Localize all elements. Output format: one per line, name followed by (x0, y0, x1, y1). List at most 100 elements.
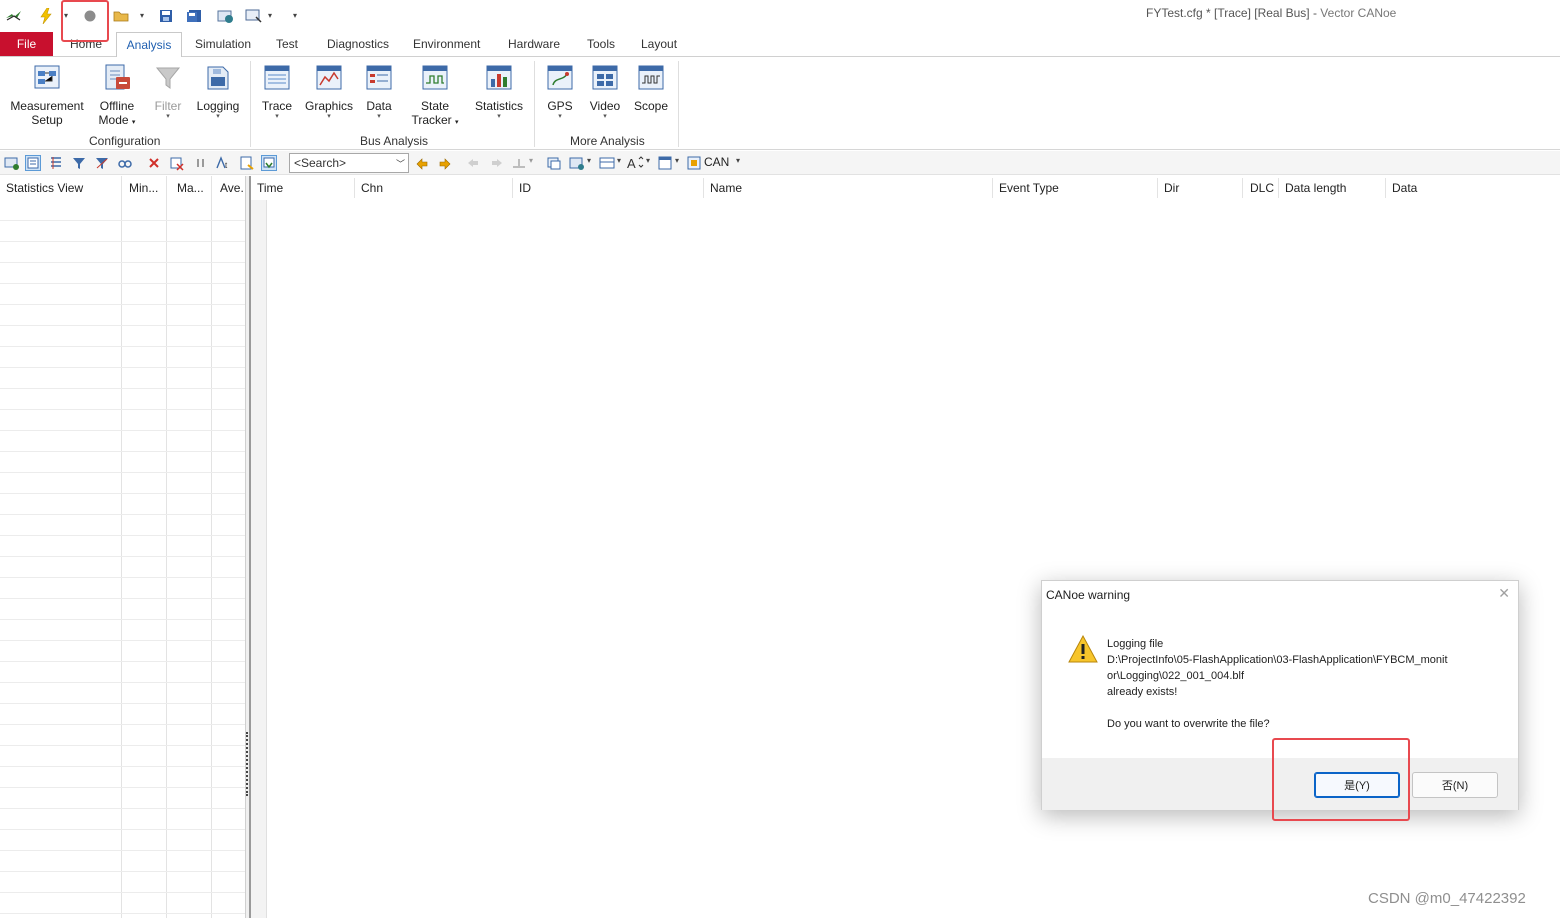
column-header-time[interactable]: Time (257, 181, 283, 195)
chevron-down-icon[interactable]: ▾ (675, 156, 679, 165)
trace-button[interactable]: Trace ▾ (258, 63, 296, 121)
statistics-icon (484, 63, 514, 93)
back-arrow-icon (465, 155, 481, 171)
filter-icon[interactable] (71, 155, 87, 171)
no-button[interactable]: 否(N) (1412, 772, 1498, 798)
video-button[interactable]: Video ▾ (586, 63, 624, 121)
tab-environment[interactable]: Environment (413, 37, 480, 51)
trace-toolbar: t <Search> ﹀ ▾ ▾ ▾ A ▾ ▾ CAN ▾ (0, 151, 1560, 175)
column-divider (512, 178, 513, 198)
save-icon[interactable] (157, 7, 175, 25)
column-header-dlc[interactable]: DLC (1250, 181, 1274, 195)
grid-row-line (0, 661, 245, 662)
column-header-max[interactable]: Ma... (177, 181, 204, 195)
window-icon[interactable] (657, 155, 673, 171)
columns-icon[interactable] (599, 155, 615, 171)
auto-scroll-icon[interactable] (261, 155, 277, 171)
column-divider (166, 176, 167, 918)
quick-access-toolbar: ▾ ▾ ▾ ▾ FYTest.cfg * [Trace] [Real Bus] … (0, 0, 1560, 32)
data-button[interactable]: Data ▾ (362, 63, 396, 121)
column-header-id[interactable]: ID (519, 181, 531, 195)
state-tracker-button[interactable]: State Tracker ▾ (406, 63, 464, 130)
chevron-down-icon[interactable]: ▾ (587, 156, 591, 165)
column-header-data-length[interactable]: Data length (1285, 181, 1346, 195)
grid-row-line (0, 745, 245, 746)
canoe-logo-icon (5, 7, 23, 25)
chevron-down-icon[interactable]: ▾ (268, 11, 272, 20)
chevron-down-icon: ▾ (131, 119, 136, 126)
find-icon[interactable] (117, 155, 133, 171)
find-next-icon[interactable] (437, 155, 453, 171)
column-divider (354, 178, 355, 198)
column-header-ave[interactable]: Ave. (220, 181, 244, 195)
grid-row-line (0, 325, 245, 326)
tab-simulation[interactable]: Simulation (195, 37, 251, 51)
customize-toolbar-icon[interactable]: ▾ (293, 11, 297, 20)
save-all-icon[interactable] (185, 7, 203, 25)
tab-file[interactable]: File (0, 32, 53, 56)
window-layout-icon[interactable] (245, 7, 263, 25)
measurement-setup-button[interactable]: Measurement Setup (8, 63, 86, 127)
dialog-message: Logging file D:\ProjectInfo\05-FlashAppl… (1107, 636, 1487, 732)
bus-can-icon[interactable] (686, 155, 702, 171)
column-header-event-type[interactable]: Event Type (999, 181, 1059, 195)
search-input[interactable]: <Search> ﹀ (289, 153, 409, 173)
grid-row-line (0, 514, 245, 515)
settings-icon[interactable] (4, 155, 20, 171)
bus-selector[interactable]: CAN (704, 155, 729, 169)
chevron-down-icon[interactable]: ▾ (736, 156, 740, 165)
copy-window-icon[interactable] (546, 155, 562, 171)
scope-button[interactable]: Scope (632, 63, 670, 113)
grid-row-line (0, 598, 245, 599)
dialog-message-line: Logging file (1107, 638, 1164, 650)
window-title-document: FYTest.cfg * [Trace] [Real Bus] (1146, 6, 1310, 20)
tab-layout[interactable]: Layout (641, 37, 677, 51)
font-size-icon[interactable]: A (627, 155, 644, 171)
video-icon (590, 63, 620, 93)
column-header-name[interactable]: Name (710, 181, 742, 195)
column-header-dir[interactable]: Dir (1164, 181, 1179, 195)
filter-label: Filter (154, 99, 182, 113)
column-header-data[interactable]: Data (1392, 181, 1417, 195)
column-header-chn[interactable]: Chn (361, 181, 383, 195)
chevron-down-icon: ▾ (455, 119, 459, 126)
splitter-grip[interactable] (246, 732, 249, 796)
layout-icon[interactable] (569, 155, 585, 171)
tab-hardware[interactable]: Hardware (508, 37, 560, 51)
grid-row-line (0, 577, 245, 578)
group-bus-analysis-label: Bus Analysis (360, 134, 429, 148)
window-title: FYTest.cfg * [Trace] [Real Bus] - Vector… (1146, 6, 1396, 20)
configuration-icon[interactable] (217, 7, 235, 25)
graphics-button[interactable]: Graphics ▾ (304, 63, 354, 121)
column-header-statistics-view[interactable]: Statistics View (6, 181, 83, 195)
close-icon[interactable]: ✕ (1498, 585, 1510, 602)
tab-diagnostics[interactable]: Diagnostics (327, 37, 389, 51)
chronological-view-icon[interactable] (48, 155, 64, 171)
delete-icon[interactable] (146, 155, 162, 171)
time-mode-icon[interactable]: t (215, 155, 231, 171)
chevron-down-icon[interactable]: ▾ (617, 156, 621, 165)
column-header-min[interactable]: Min... (129, 181, 158, 195)
chevron-down-icon[interactable]: ﹀ (396, 157, 405, 170)
tab-test[interactable]: Test (276, 37, 298, 51)
clear-icon[interactable] (169, 155, 185, 171)
chevron-down-icon[interactable]: ▾ (646, 156, 650, 165)
chevron-down-icon[interactable]: ▾ (140, 11, 144, 20)
tab-analysis[interactable]: Analysis (116, 32, 182, 57)
grid-row-line (0, 787, 245, 788)
open-folder-icon[interactable] (113, 7, 131, 25)
find-previous-icon[interactable] (414, 155, 430, 171)
pause-icon[interactable] (193, 155, 209, 171)
start-measurement-icon[interactable] (37, 7, 55, 25)
analysis-filter-icon[interactable] (94, 155, 110, 171)
grid-row-line (0, 535, 245, 536)
gps-button[interactable]: GPS ▾ (542, 63, 578, 121)
chevron-down-icon: ▾ (377, 113, 381, 120)
logging-button[interactable]: Logging ▾ (194, 63, 242, 121)
offline-mode-button[interactable]: Offline Mode ▾ (94, 63, 140, 130)
statistics-button[interactable]: Statistics ▾ (472, 63, 526, 121)
detail-view-icon[interactable] (25, 155, 41, 171)
export-icon[interactable] (239, 155, 255, 171)
tab-tools[interactable]: Tools (587, 37, 615, 51)
forward-arrow-icon (489, 155, 505, 171)
